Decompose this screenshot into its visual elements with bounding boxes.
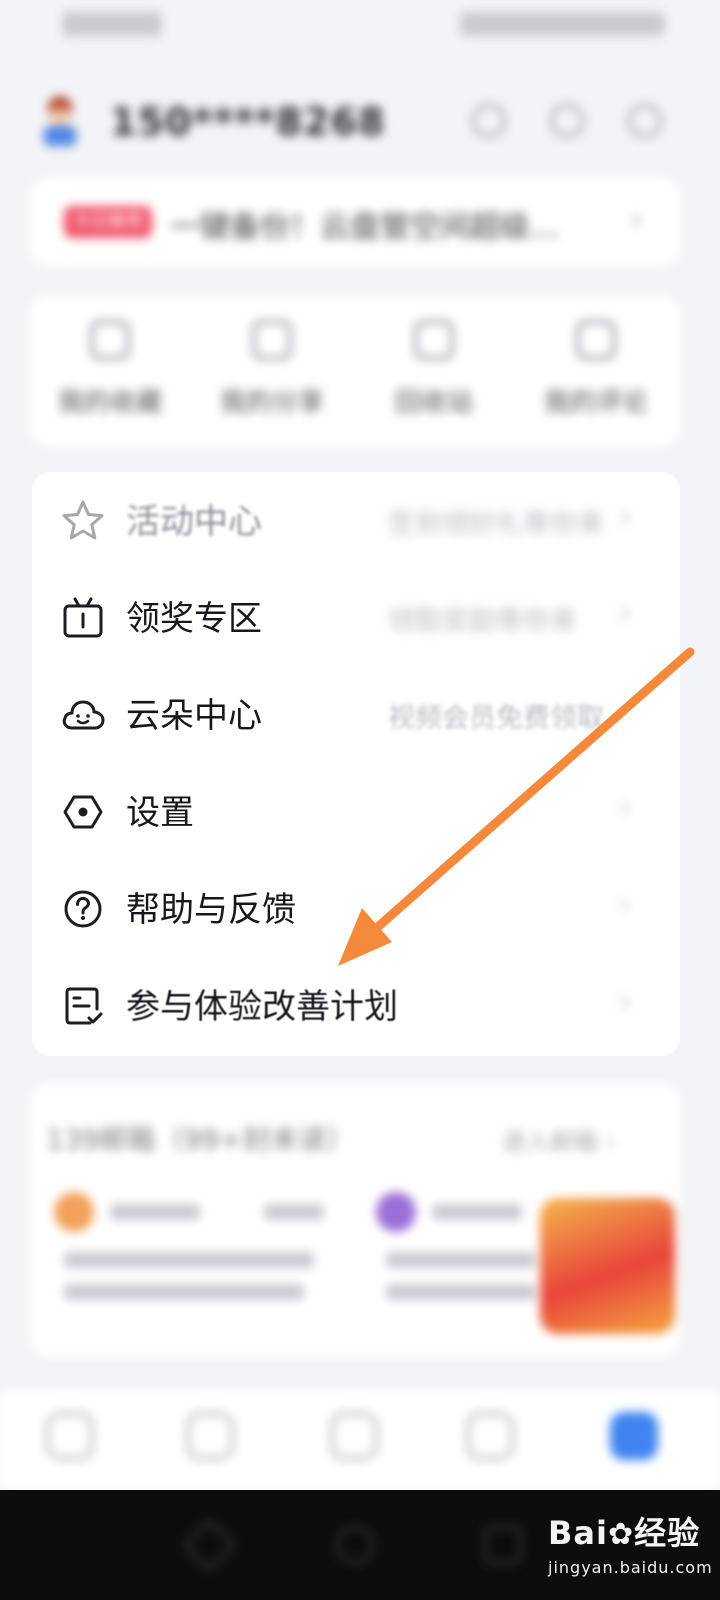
mail-more-link[interactable]: 进入邮箱 › [502,1122,615,1157]
chevron-right-icon: › [618,496,632,536]
cloud-smile-icon [62,700,105,730]
quick-action-label: 我的分享 [219,388,324,418]
menu-item-cloud-center[interactable]: 云朵中心 视频会员免费领取 › [32,666,680,763]
menu-item-label: 云朵中心 [126,696,262,736]
menu-item-label: 参与体验改善计划 [126,987,398,1027]
menu-item-rewards[interactable]: 领奖专区 领取奖励等你来 › [32,569,680,666]
menu-item-subtitle: 视频会员免费领取 [388,703,604,734]
tab-home-icon[interactable] [46,1412,94,1460]
paw-icon: ✿ [607,1517,635,1552]
comment-icon [576,320,616,360]
watermark-url: jingyan.baidu.com [548,1558,713,1577]
help-question-icon [64,890,102,928]
menu-item-label: 设置 [126,793,194,833]
chevron-right-icon: › [630,200,643,238]
star-icon [90,320,130,360]
tab-me-icon[interactable] [610,1412,658,1460]
quick-action-recycle[interactable]: 回收站 [364,320,504,419]
quick-action-shares[interactable]: 我的分享 [202,320,342,419]
survey-document-icon [65,987,103,1025]
tab-files-icon[interactable] [186,1412,234,1460]
menu-item-label: 活动中心 [126,502,262,542]
bottom-tab-bar [0,1390,720,1490]
banner-text: 一键备份！云盘管空间超级... [170,210,559,245]
watermark-brand-suffix: 经验 [634,1514,701,1552]
mail-item[interactable] [54,1192,324,1332]
quick-action-favorites[interactable]: 我的收藏 [40,320,180,419]
message-icon[interactable] [472,104,506,138]
tab-share-icon[interactable] [466,1412,514,1460]
menu-item-subtitle: 签到领好礼等你来 [388,509,604,540]
status-bar [0,0,720,50]
star-icon [62,500,104,540]
menu-item-subtitle: 领取奖励等你来 [388,606,577,637]
promo-banner[interactable]: 今日推荐 一键备份！云盘管空间超级... › [30,178,680,266]
chevron-right-icon: › [618,981,632,1021]
gift-box-icon [63,597,103,638]
quick-action-label: 我的评论 [543,388,648,418]
quick-action-label: 我的收藏 [57,388,162,418]
home-icon[interactable] [336,1526,374,1564]
mail-title: 139邮箱（99+封未读） [46,1123,355,1156]
settings-hexagon-icon [63,795,103,829]
banner-tag: 今日推荐 [64,206,152,238]
share-icon [252,320,292,360]
menu-item-settings[interactable]: 设置 › [32,763,680,860]
menu-item-experience-program[interactable]: 参与体验改善计划 › [32,957,680,1054]
status-bar-right [460,12,665,36]
chevron-right-icon: › [618,690,632,730]
watermark-brand: Bai [548,1514,608,1552]
avatar[interactable] [40,96,80,148]
trash-icon [414,320,454,360]
tab-discover-icon[interactable] [330,1412,378,1460]
quick-action-label: 回收站 [394,388,473,418]
menu-item-label: 帮助与反馈 [126,890,296,930]
promo-thumbnail[interactable] [540,1198,675,1334]
scan-icon[interactable] [550,104,584,138]
username: 150****8268 [110,100,386,144]
menu-item-activity-center[interactable]: 活动中心 签到领好礼等你来 › [32,472,680,569]
menu-item-help-feedback[interactable]: 帮助与反馈 › [32,860,680,957]
chevron-right-icon: › [618,787,632,827]
menu-list: 活动中心 签到领好礼等你来 › 领奖专区 领取奖励等你来 › 云朵中心 视频会员… [32,472,680,1056]
quick-actions: 我的收藏 我的分享 回收站 我的评论 [30,296,680,446]
chevron-right-icon: › [618,593,632,633]
recents-icon[interactable] [484,1526,522,1564]
baidu-watermark: Bai✿经验 jingyan.baidu.com [548,1508,713,1577]
chevron-right-icon: › [618,884,632,924]
status-bar-left [62,12,162,36]
quick-action-comments[interactable]: 我的评论 [526,320,666,419]
settings-gear-icon[interactable] [628,104,662,138]
back-icon[interactable] [182,1518,236,1572]
menu-item-label: 领奖专区 [126,599,262,639]
